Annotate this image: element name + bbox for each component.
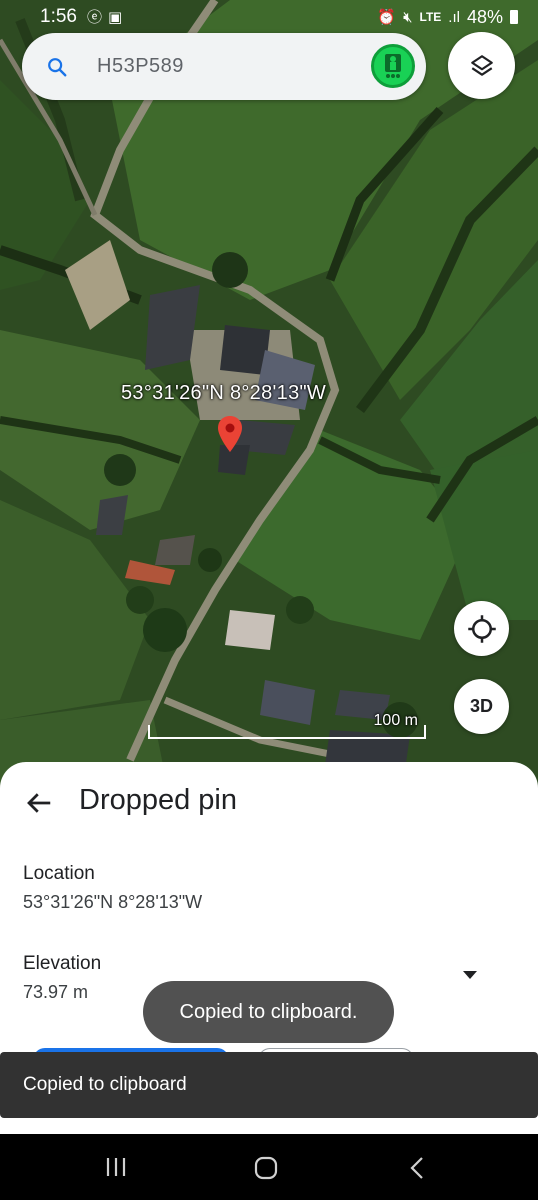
recents-button[interactable] [104, 1156, 128, 1178]
mute-icon: 🔇︎ [403, 8, 413, 26]
battery-percent: 48% [466, 6, 503, 27]
location-heading: Location [23, 863, 95, 884]
sheet-title: Dropped pin [79, 784, 237, 816]
avatar-icon [385, 54, 401, 78]
system-nav-bar [0, 1134, 538, 1200]
scale-label: 100 m [373, 712, 418, 729]
search-icon [48, 57, 67, 76]
account-avatar[interactable] [371, 44, 415, 88]
elevation-heading: Elevation [23, 953, 102, 974]
search-query[interactable]: H53P589 [97, 55, 184, 78]
home-icon [254, 1156, 278, 1180]
layers-button[interactable] [448, 32, 515, 99]
satellite-map[interactable]: 1:56 ⓔ ▣ ⏰ 🔇︎ LTE .ıl 48% H53P589 53°31'… [0, 0, 538, 800]
back-nav-button[interactable] [408, 1156, 426, 1180]
status-time: 1:56 [40, 6, 77, 27]
back-arrow-icon[interactable] [24, 788, 54, 818]
home-button[interactable] [254, 1156, 278, 1180]
elevation-value: 73.97 m [23, 982, 89, 1002]
search-bar[interactable]: H53P589 [22, 33, 426, 100]
battery-icon [510, 10, 518, 24]
signal-icon: .ıl [448, 8, 460, 26]
status-bar: 1:56 ⓔ ▣ ⏰ 🔇︎ LTE .ıl 48% [0, 0, 538, 34]
scale-bar: 100 m [148, 712, 426, 739]
alarm-icon: ⏰ [377, 8, 397, 26]
pin-coordinates-label: 53°31'26"N 8°28'13"W [121, 382, 327, 404]
layers-icon [470, 54, 493, 76]
network-type: LTE [419, 10, 442, 24]
recents-icon [106, 1158, 126, 1176]
toast-message: Copied to clipboard. [143, 981, 394, 1043]
sheet-bottom [0, 1118, 538, 1134]
chevron-down-icon[interactable] [463, 971, 477, 979]
back-nav-icon [410, 1157, 423, 1179]
image-notification-icon: ▣ [108, 8, 123, 26]
my-location-icon [467, 614, 496, 643]
map-pin-icon[interactable] [217, 415, 243, 453]
3d-button[interactable]: 3D [454, 679, 509, 734]
snackbar: Copied to clipboard [0, 1052, 538, 1118]
my-location-button[interactable] [454, 601, 509, 656]
e-notification-icon: ⓔ [86, 8, 102, 26]
location-value[interactable]: 53°31'26"N 8°28'13"W [23, 892, 202, 913]
